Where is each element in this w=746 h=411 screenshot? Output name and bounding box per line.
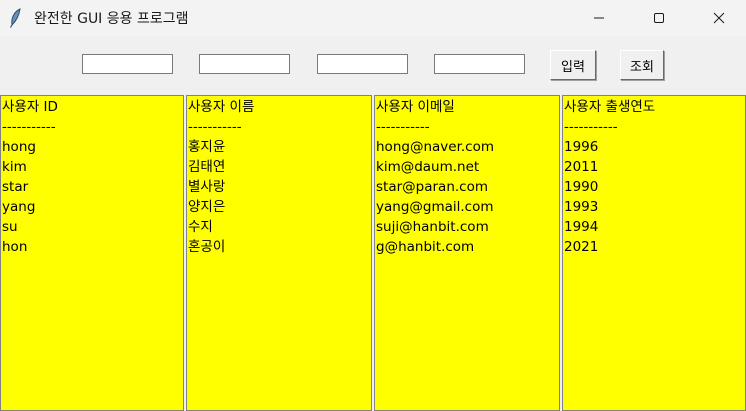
- query-button[interactable]: 조회: [620, 50, 664, 80]
- window-title: 완전한 GUI 응용 프로그램: [34, 11, 189, 27]
- maximize-button[interactable]: [636, 0, 682, 36]
- list-item[interactable]: g@hanbit.com: [376, 237, 559, 257]
- list-item[interactable]: 홍지윤: [188, 137, 371, 157]
- user-id-listbox[interactable]: 사용자 ID ----------- hong kim star yang su…: [0, 95, 184, 411]
- minimize-icon: [594, 17, 604, 19]
- list-item[interactable]: 혼공이: [188, 237, 371, 257]
- list-item[interactable]: kim: [2, 157, 183, 177]
- list-item[interactable]: 1994: [564, 217, 745, 237]
- list-item[interactable]: 김태연: [188, 157, 371, 177]
- user-id-input[interactable]: [82, 54, 173, 74]
- list-item[interactable]: 사용자 이름: [188, 97, 371, 117]
- list-item[interactable]: hong: [2, 137, 183, 157]
- list-item[interactable]: 양지은: [188, 197, 371, 217]
- list-item[interactable]: 수지: [188, 217, 371, 237]
- user-name-listbox[interactable]: 사용자 이름 ----------- 홍지윤 김태연 별사랑 양지은 수지 혼공…: [186, 95, 372, 411]
- list-item[interactable]: 사용자 ID: [2, 97, 183, 117]
- user-email-listbox[interactable]: 사용자 이메일 ----------- hong@naver.com kim@d…: [374, 95, 560, 411]
- list-item[interactable]: 1990: [564, 177, 745, 197]
- close-button[interactable]: [696, 0, 742, 36]
- list-item[interactable]: -----------: [2, 117, 183, 137]
- user-email-input[interactable]: [317, 54, 408, 74]
- list-item[interactable]: -----------: [188, 117, 371, 137]
- user-birth-year-listbox[interactable]: 사용자 출생연도 ----------- 1996 2011 1990 1993…: [562, 95, 746, 411]
- list-item[interactable]: 2011: [564, 157, 745, 177]
- list-item[interactable]: suji@hanbit.com: [376, 217, 559, 237]
- list-item[interactable]: 2021: [564, 237, 745, 257]
- list-item[interactable]: yang@gmail.com: [376, 197, 559, 217]
- list-item[interactable]: star@paran.com: [376, 177, 559, 197]
- list-item[interactable]: kim@daum.net: [376, 157, 559, 177]
- list-item[interactable]: -----------: [564, 117, 745, 137]
- list-item[interactable]: yang: [2, 197, 183, 217]
- feather-icon: [8, 8, 24, 28]
- list-item[interactable]: 사용자 출생연도: [564, 97, 745, 117]
- list-item[interactable]: 별사랑: [188, 177, 371, 197]
- user-name-input[interactable]: [199, 54, 290, 74]
- list-item[interactable]: 사용자 이메일: [376, 97, 559, 117]
- list-item[interactable]: star: [2, 177, 183, 197]
- list-item[interactable]: 1996: [564, 137, 745, 157]
- user-birth-year-input[interactable]: [434, 54, 525, 74]
- close-icon: [713, 12, 725, 24]
- list-item[interactable]: hon: [2, 237, 183, 257]
- list-item[interactable]: 1993: [564, 197, 745, 217]
- list-item[interactable]: hong@naver.com: [376, 137, 559, 157]
- list-item[interactable]: -----------: [376, 117, 559, 137]
- maximize-icon: [654, 13, 664, 23]
- list-item[interactable]: su: [2, 217, 183, 237]
- title-bar: 완전한 GUI 응용 프로그램: [0, 0, 746, 36]
- minimize-button[interactable]: [576, 0, 622, 36]
- insert-button[interactable]: 입력: [550, 50, 596, 80]
